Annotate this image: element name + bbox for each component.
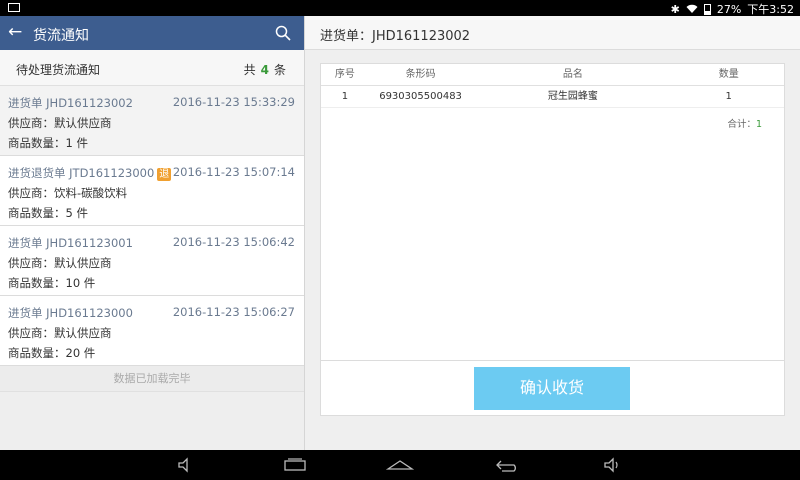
order-detail-card: 序号 条形码 品名 数量 1 6930305500483 冠生园蜂蜜 1 合计：… <box>320 63 785 416</box>
cell-qty: 1 <box>725 91 732 102</box>
notice-item[interactable]: 进货单 JHD161123001 2016-11-23 15:06:42 供应商… <box>0 226 304 296</box>
total-label: 合计： <box>727 119 756 130</box>
notice-time: 2016-11-23 15:33:29 <box>172 95 295 109</box>
return-badge: 退 <box>157 168 172 181</box>
loaded-tip: 数据已加载完毕 <box>0 366 304 392</box>
search-icon[interactable] <box>275 25 291 41</box>
battery-icon <box>703 3 711 15</box>
notice-quantity: 商品数量：5 件 <box>8 206 88 220</box>
count-prefix: 共 <box>243 63 256 77</box>
notice-time: 2016-11-23 15:06:27 <box>172 305 295 319</box>
notice-item[interactable]: 进货退货单 JTD161123000 退 2016-11-23 15:07:14 … <box>0 156 304 226</box>
cell-no: 1 <box>341 91 349 102</box>
volume-down-icon[interactable] <box>176 457 196 473</box>
total-value: 1 <box>755 119 762 130</box>
notice-list-header: ← 货流通知 <box>0 16 304 50</box>
notice-item[interactable]: 进货单 JHD161123000 2016-11-23 15:06:27 供应商… <box>0 296 304 366</box>
home-icon[interactable] <box>386 457 414 473</box>
notice-order: 进货单 JHD161123002 <box>8 96 133 110</box>
notice-quantity: 商品数量：20 件 <box>8 346 96 360</box>
notice-list-pane: ← 货流通知 待处理货流通知 共4条 进货单 JHD161123002 2016… <box>0 16 305 450</box>
status-left <box>8 2 20 15</box>
notice-order-line: 进货退货单 JTD161123000 退 <box>8 165 172 181</box>
order-detail-title: 进货单：JHD161123002 <box>320 29 471 44</box>
notice-time: 2016-11-23 15:06:42 <box>172 235 295 249</box>
page-title: 货流通知 <box>33 28 89 44</box>
notice-supplier: 供应商：默认供应商 <box>8 256 112 270</box>
count-suffix: 条 <box>273 63 286 77</box>
notice-item[interactable]: 进货单 JHD161123002 2016-11-23 15:33:29 供应商… <box>0 86 304 156</box>
confirm-receipt-button[interactable]: 确认收货 <box>474 367 630 410</box>
navigation-bar <box>0 450 800 480</box>
status-bar: ✱ 27% 下午3:52 <box>0 0 800 16</box>
col-barcode: 条形码 <box>405 69 436 80</box>
gallery-notification-icon <box>8 3 20 12</box>
volume-up-icon[interactable] <box>602 457 622 473</box>
order-detail-pane: 进货单：JHD161123002 序号 条形码 品名 数量 1 69303055… <box>305 16 800 450</box>
cell-barcode: 6930305500483 <box>379 91 462 102</box>
notice-quantity: 商品数量：1 件 <box>8 136 88 150</box>
status-right: ✱ 27% 下午3:52 <box>671 1 794 17</box>
notice-time: 2016-11-23 15:07:14 <box>172 165 295 179</box>
order-detail-header: 进货单：JHD161123002 <box>305 16 800 50</box>
notice-supplier: 供应商：默认供应商 <box>8 326 112 340</box>
notice-supplier: 供应商：默认供应商 <box>8 116 112 130</box>
recent-apps-icon[interactable] <box>282 457 308 473</box>
count-value: 4 <box>260 63 269 77</box>
notice-supplier: 供应商：饮料-碳酸饮料 <box>8 186 128 200</box>
notice-order: 进货单 JHD161123000 <box>8 306 133 320</box>
back-nav-icon[interactable] <box>492 457 520 473</box>
notice-order: 进货退货单 JTD161123000 <box>8 166 155 180</box>
clock: 下午3:52 <box>747 3 794 16</box>
cell-name: 冠生园蜂蜜 <box>547 91 598 102</box>
pending-count: 共4条 <box>244 61 286 78</box>
bluetooth-icon: ✱ <box>670 2 680 16</box>
back-arrow-icon[interactable]: ← <box>8 22 22 42</box>
table-row: 1 6930305500483 冠生园蜂蜜 1 <box>321 86 784 108</box>
pending-label: 待处理货流通知 <box>16 63 101 77</box>
col-qty: 数量 <box>718 69 739 80</box>
notice-order: 进货单 JHD161123001 <box>8 236 133 250</box>
battery-level: 27% <box>716 2 742 16</box>
wifi-icon <box>686 4 698 13</box>
table-header: 序号 条形码 品名 数量 <box>321 64 784 86</box>
notice-quantity: 商品数量：10 件 <box>8 276 96 290</box>
col-no: 序号 <box>334 69 355 80</box>
col-name: 品名 <box>562 69 583 80</box>
pending-summary: 待处理货流通知 共4条 <box>0 50 304 86</box>
total-summary: 合计：1 <box>727 116 762 130</box>
divider <box>321 360 784 361</box>
